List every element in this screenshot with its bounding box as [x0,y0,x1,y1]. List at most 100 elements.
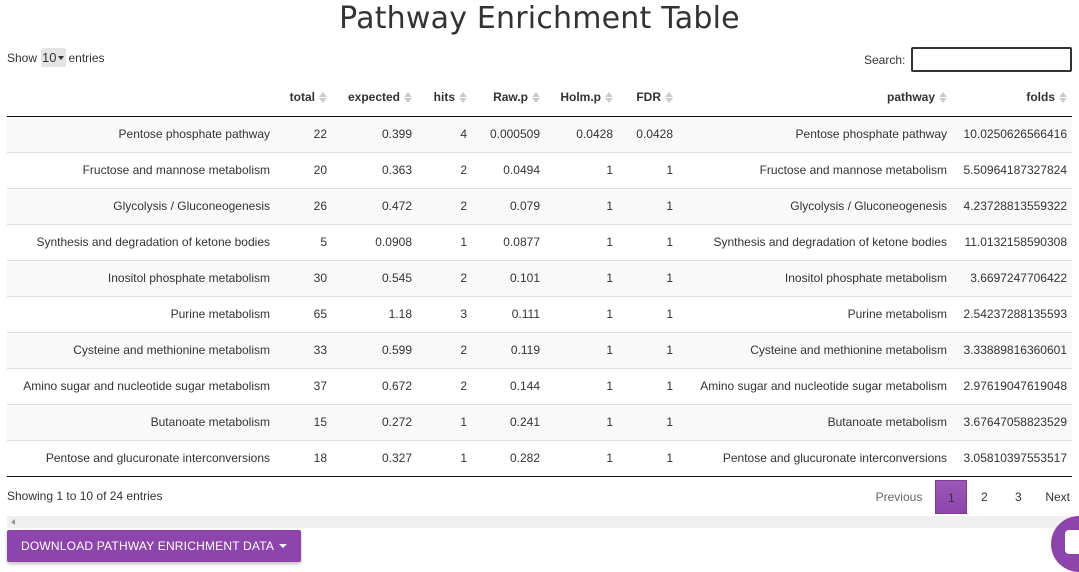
table-row[interactable]: Pentose phosphate pathway 22 0.399 4 0.00050… [7,116,1072,152]
sort-both-icon [939,92,947,104]
table-cell: 1 [545,188,618,224]
table-cell: 3.6697247706422 [952,260,1072,296]
table-cell: Inositol phosphate metabolism [678,260,952,296]
column-header-label: expected [347,89,400,104]
column-header-label: Raw.p [493,89,528,104]
pagination-next[interactable]: Next [1035,480,1070,514]
table-cell: 1 [545,332,618,368]
table-cell: 0.241 [472,404,545,440]
column-header-label: pathway [886,89,935,104]
table-cell: 65 [313,307,327,321]
pagination-page-1[interactable]: 1 [935,480,968,514]
download-button[interactable]: DOWNLOAD PATHWAY ENRICHMENT DATA [7,530,302,562]
column-header-folds[interactable]: folds [952,78,1072,117]
pagination-previous[interactable]: Previous [865,480,934,514]
chat-bubble-icon [1065,530,1079,554]
table-cell: 1 [606,163,613,177]
length-control: Show 10 entries [7,48,105,67]
column-header-hits[interactable]: hits [417,78,472,117]
table-cell: 2 [460,379,467,393]
table-cell: 1 [545,404,618,440]
table-row[interactable]: Pentose and glucuronate interconversions… [7,440,1072,477]
table-row[interactable]: Butanoate metabolism 15 0.272 1 0.241 1 1 Butan… [7,404,1072,440]
column-header-holm-p[interactable]: Holm.p [545,78,618,117]
column-header-raw-p[interactable]: Raw.p [472,78,545,117]
table-cell: 0.079 [472,188,545,224]
table-cell: 1 [545,440,618,477]
table-cell: 1 [618,188,678,224]
table-cell: 2.97619047619048 [963,379,1067,393]
table-cell: Butanoate metabolism [678,404,952,440]
table-cell: Inositol phosphate metabolism [7,260,275,296]
search-control: Search: [864,47,1073,72]
table-cell: 1.18 [388,307,412,321]
table-cell: Glycolysis / Gluconeogenesis [7,188,275,224]
pagination-page-3[interactable]: 3 [1001,480,1035,514]
table-cell: 3.33889816360601 [952,332,1072,368]
table-cell: 0.599 [332,332,417,368]
column-header-expected[interactable]: expected [332,78,417,117]
column-header-fdr[interactable]: FDR [618,78,678,117]
table-cell: 1 [618,440,678,477]
table-row[interactable]: Synthesis and degradation of ketone bodi… [7,224,1072,260]
table-cell: 11.0132158590308 [964,235,1067,249]
table-cell: 0.0428 [545,116,618,152]
table-cell: 26 [275,188,332,224]
sort-both-icon [319,92,327,104]
table-info: Showing 1 to 10 of 24 entries [7,489,163,503]
table-cell: Fructose and mannose metabolism [82,163,270,177]
download-button-label: DOWNLOAD PATHWAY ENRICHMENT DATA [21,539,275,553]
length-select[interactable]: 10 [41,48,66,67]
sort-both-icon [532,92,540,104]
table-cell: Butanoate metabolism [7,404,275,440]
table-cell: 20 [313,163,327,177]
table-cell: 0.672 [381,379,412,393]
table-cell: 1 [606,379,613,393]
table-cell: 5 [320,235,327,249]
table-cell: 1 [618,260,678,296]
search-input[interactable] [911,47,1073,72]
table-cell: 30 [275,260,332,296]
table-cell: 1 [417,404,472,440]
table-cell: 15 [275,404,332,440]
table-cell: 0.144 [509,379,540,393]
sort-both-icon [459,92,467,104]
pagination-page-2[interactable]: 2 [967,480,1001,514]
search-label: Search: [864,52,906,67]
table-row[interactable]: Fructose and mannose metabolism 20 0.363 2 0… [7,152,1072,188]
column-header-total[interactable]: total [275,78,332,117]
sort-both-icon [605,92,613,104]
table-cell: Purine metabolism [847,307,947,321]
table-cell: Cysteine and methionine metabolism [7,332,275,368]
table-cell: 1 [606,307,613,321]
table-cell: 0.0494 [503,163,540,177]
table-row[interactable]: Amino sugar and nucleotide sugar metabol… [7,368,1072,404]
table-cell: 4.23728813559322 [952,188,1072,224]
column-header-rowname[interactable] [7,78,275,117]
table-cell: 1 [666,163,673,177]
table-cell: 0.399 [332,116,417,152]
table-cell: 0.272 [332,404,417,440]
horizontal-scrollbar[interactable] [7,516,1072,528]
caret-down-icon [279,544,288,548]
table-cell: Pentose and glucuronate interconversions [678,440,952,477]
scroll-left-icon[interactable] [11,519,15,525]
table-row[interactable]: Purine metabolism 65 1.18 3 0.111 1 1 Purine me… [7,296,1072,332]
pagination: Previous 1 2 3 Next [865,480,1070,514]
table-cell: 2 [460,163,467,177]
header-row: total expected hits Raw.p Holm.p FDR pathway fo… [7,78,1072,117]
table-row[interactable]: Cysteine and methionine metabolism 33 0.59… [7,332,1072,368]
length-show-label: Show [7,50,38,65]
table-row[interactable]: Inositol phosphate metabolism 30 0.545 2 0.1… [7,260,1072,296]
table-row[interactable]: Glycolysis / Gluconeogenesis 26 0.472 2 0.07… [7,188,1072,224]
sort-both-icon [665,92,673,104]
table-cell: Synthesis and degradation of ketone bodi… [713,235,947,249]
table-cell: Glycolysis / Gluconeogenesis [678,188,952,224]
table-cell: Pentose and glucuronate interconversions [7,440,275,477]
table-cell: 0.101 [472,260,545,296]
table-cell: 1 [460,235,467,249]
column-header-pathway[interactable]: pathway [678,78,952,117]
table-cell: 4 [417,116,472,152]
table-cell: 1 [666,379,673,393]
table-cell: 0.0428 [618,116,678,152]
